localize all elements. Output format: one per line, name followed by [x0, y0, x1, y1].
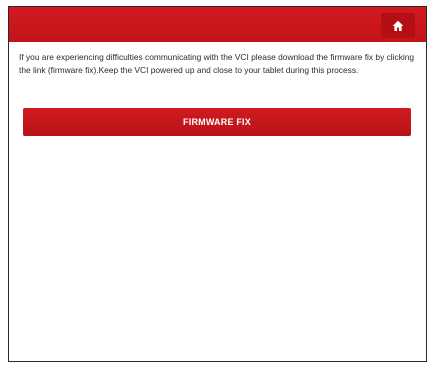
firmware-fix-button[interactable]: FIRMWARE FIX	[23, 108, 411, 136]
home-button[interactable]	[381, 13, 415, 38]
app-window: If you are experiencing difficulties com…	[8, 6, 427, 362]
firmware-instructions-text: If you are experiencing difficulties com…	[19, 52, 415, 75]
top-bar	[9, 7, 426, 42]
home-icon	[392, 20, 404, 32]
